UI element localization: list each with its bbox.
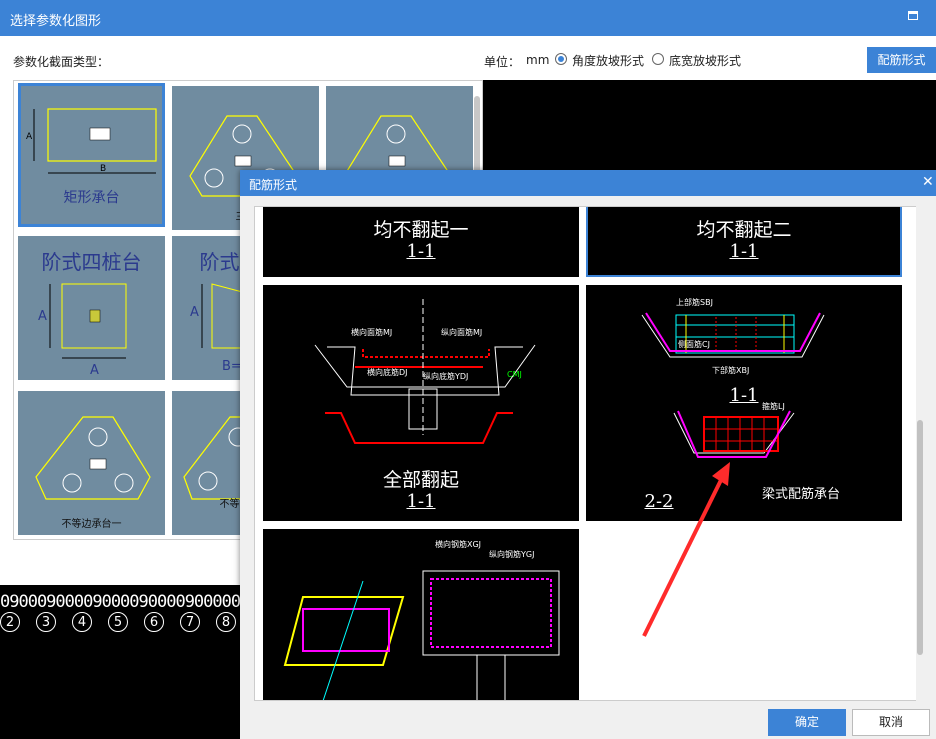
rebar-option-panel[interactable]: 均不翻起二 1-1 (586, 206, 902, 277)
axis-number: 6 (144, 612, 164, 632)
cancel-button[interactable]: 取消 (852, 709, 930, 736)
side-rebar-drawing: 横向钢筋XGJ 纵向钢筋YGJ (283, 539, 560, 700)
rebar-option-panel[interactable]: 上部筋SBJ 侧面筋CJ 下部筋XBJ 箍筋LJ 1-1 2-2 梁式配筋承台 (586, 285, 902, 521)
rebar-option-panel[interactable]: 横向钢筋XGJ 纵向钢筋YGJ (263, 529, 579, 700)
radio-width-slope[interactable] (652, 53, 664, 65)
label-ce-mian: 侧面筋CJ (678, 339, 710, 349)
panel-section: 1-1 (406, 241, 436, 262)
panel-title: 全部翻起 (382, 469, 459, 491)
tile-label: 矩形承台 (63, 190, 120, 206)
label-zong-mian: 纵向面筋MJ (441, 327, 482, 337)
radio-width-slope-label[interactable]: 底宽放坡形式 (669, 52, 741, 69)
dialog-title: 配筋形式 (249, 178, 298, 192)
main-window-title: 选择参数化图形 (10, 14, 102, 29)
rebar-form-button[interactable]: 配筋形式 (867, 47, 936, 73)
dialog-scroll-thumb[interactable] (917, 420, 923, 655)
axis-number: 8 (216, 612, 236, 632)
dim-a-label: A (38, 309, 47, 324)
tile-rect-cap[interactable]: A B 矩形承台 (18, 83, 165, 227)
radio-angle-slope-label[interactable]: 角度放坡形式 (572, 52, 644, 69)
label-shang-bu: 上部筋SBJ (676, 297, 713, 307)
tile-unequal-cap-1[interactable]: 不等边承台一 (18, 391, 165, 535)
panel-section: 1-1 (406, 491, 436, 512)
axis-number: 4 (72, 612, 92, 632)
dialog-titlebar: 配筋形式 ✕ (240, 170, 936, 196)
rebar-form-dialog: 配筋形式 ✕ 均不翻起一 1-1 均不翻起二 1-1 横向面筋MJ 纵向面筋MJ… (240, 170, 936, 739)
axis-number: 5 (108, 612, 128, 632)
dim-a-label: A (90, 363, 99, 378)
panel-caption: 梁式配筋承台 (762, 487, 841, 502)
section-type-label: 参数化截面类型： (13, 55, 110, 69)
maximize-icon[interactable] (908, 11, 918, 20)
dim-a-label: A (190, 305, 199, 320)
label-heng-gang: 横向钢筋XGJ (435, 539, 481, 549)
panel-section: 1-1 (729, 241, 759, 262)
panel-section: 1-1 (729, 385, 759, 406)
ok-button[interactable]: 确定 (768, 709, 846, 736)
label-xia-bu: 下部筋XBJ (712, 365, 749, 375)
tile-label: 不等边承台一 (61, 519, 122, 530)
rebar-panel-list[interactable]: 均不翻起一 1-1 均不翻起二 1-1 横向面筋MJ 纵向面筋MJ 横向底筋DJ… (254, 206, 920, 701)
main-titlebar: 选择参数化图形 (0, 0, 936, 36)
tile-step-four-pile[interactable]: A A 阶式四桩台 (18, 236, 165, 380)
label-zong-di: 纵向底筋YDJ (423, 371, 468, 381)
close-icon[interactable]: ✕ (922, 174, 934, 190)
axis-number: 2 (0, 612, 20, 632)
unit-value: mm (526, 53, 550, 67)
panel-title: 均不翻起一 (373, 219, 469, 241)
label-cmj: CMJ (507, 370, 522, 379)
dim-a-label: A (26, 132, 33, 142)
rebar-line (586, 206, 902, 211)
axis-number: 7 (180, 612, 200, 632)
label-heng-mian: 横向面筋MJ (351, 327, 392, 337)
unit-label: 单位： (484, 55, 521, 69)
label-heng-di: 横向底筋DJ (367, 367, 408, 377)
tile-label: 阶式四桩台 (41, 250, 142, 274)
unequal-cap-drawing (35, 416, 151, 500)
rebar-option-panel[interactable]: 均不翻起一 1-1 (263, 207, 579, 277)
axis-number: 3 (36, 612, 56, 632)
radio-angle-slope[interactable] (555, 53, 567, 65)
rebar-option-panel[interactable]: 横向面筋MJ 纵向面筋MJ 横向底筋DJ 纵向底筋YDJ CMJ 全部翻起 1-… (263, 285, 579, 521)
label-zong-gang: 纵向钢筋YGJ (489, 549, 534, 559)
panel-title: 均不翻起二 (696, 219, 792, 241)
dim-b-label: B (100, 164, 106, 174)
